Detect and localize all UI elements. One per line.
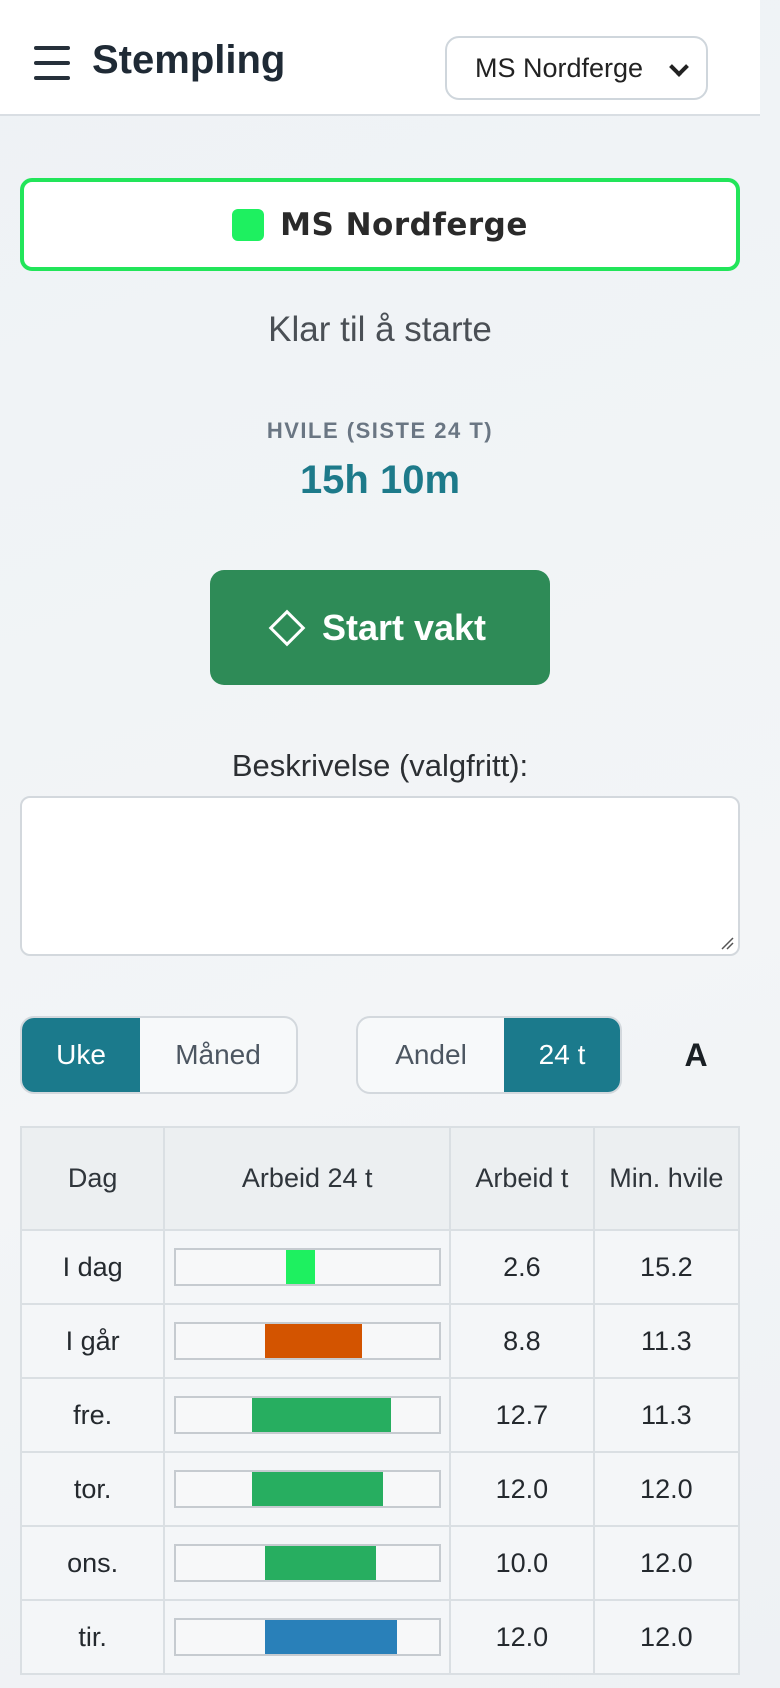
view-share-button[interactable]: Andel xyxy=(358,1018,504,1092)
table-row: I går 8.8 11.3 xyxy=(19,1303,741,1379)
cell-bar xyxy=(163,1451,452,1527)
table-row: fre. 12.7 11.3 xyxy=(19,1377,741,1453)
vessel-select-value: MS Nordferge xyxy=(475,52,644,83)
cell-day: tir. xyxy=(19,1599,166,1675)
status-vessel-name: MS Nordferge xyxy=(280,206,528,243)
cell-hours: 2.6 xyxy=(449,1229,595,1305)
cell-bar xyxy=(163,1599,452,1675)
work-bar-track xyxy=(173,1322,441,1360)
font-size-button[interactable]: A xyxy=(666,1030,726,1080)
cell-rest: 15.2 xyxy=(592,1229,741,1305)
cell-rest: 11.3 xyxy=(592,1303,741,1379)
col-rest-header: Min. hvile xyxy=(592,1126,741,1231)
cell-day: ons. xyxy=(19,1525,166,1601)
period-week-button[interactable]: Uke xyxy=(22,1018,140,1092)
cell-day: tor. xyxy=(19,1451,166,1527)
cell-hours: 12.7 xyxy=(449,1377,595,1453)
table-header-row: Dag Arbeid 24 t Arbeid t Min. hvile xyxy=(19,1126,741,1231)
work-rest-table: Dag Arbeid 24 t Arbeid t Min. hvile I da… xyxy=(19,1126,741,1675)
status-indicator-icon xyxy=(232,208,265,241)
cell-bar xyxy=(163,1525,452,1601)
vessel-select[interactable]: MS Nordferge xyxy=(445,36,708,100)
work-bar-fill xyxy=(265,1324,363,1358)
start-shift-button[interactable]: Start vakt xyxy=(210,570,550,685)
app-title: Stempling xyxy=(92,38,286,82)
cell-day: I dag xyxy=(19,1229,166,1305)
work-bar-track xyxy=(173,1618,441,1656)
cell-hours: 10.0 xyxy=(449,1525,595,1601)
col-bar-header: Arbeid 24 t xyxy=(163,1126,452,1231)
vessel-status-card: MS Nordferge xyxy=(20,178,740,271)
cell-hours: 12.0 xyxy=(449,1451,595,1527)
menu-icon[interactable] xyxy=(34,46,70,80)
view-toggle: Andel 24 t xyxy=(356,1016,622,1094)
work-bar-fill xyxy=(251,1398,392,1432)
cell-rest: 11.3 xyxy=(592,1377,741,1453)
period-toggle: Uke Måned xyxy=(20,1016,298,1094)
work-bar-fill xyxy=(265,1620,397,1654)
cell-rest: 12.0 xyxy=(592,1525,741,1601)
cell-day: I går xyxy=(19,1303,166,1379)
cell-bar xyxy=(163,1229,452,1305)
cell-hours: 12.0 xyxy=(449,1599,595,1675)
work-bar-fill xyxy=(251,1472,384,1506)
cell-rest: 12.0 xyxy=(592,1451,741,1527)
cell-rest: 12.0 xyxy=(592,1599,741,1675)
work-bar-track xyxy=(173,1396,441,1434)
resize-grip-icon[interactable] xyxy=(720,936,734,950)
table-row: I dag 2.6 15.2 xyxy=(19,1229,741,1305)
top-bar: Stempling MS Nordferge xyxy=(0,0,760,116)
cell-bar xyxy=(163,1303,452,1379)
work-bar-fill xyxy=(265,1546,376,1580)
chevron-down-icon xyxy=(669,57,689,77)
rest-value: 15h 10m xyxy=(299,458,461,502)
rest-label: HVILE (SISTE 24 T) xyxy=(266,418,494,443)
work-bar-fill xyxy=(286,1250,316,1284)
table-row: ons. 10.0 12.0 xyxy=(19,1525,741,1601)
col-day-header: Dag xyxy=(19,1126,166,1231)
work-bar-track xyxy=(173,1248,441,1286)
description-label: Beskrivelse (valgfritt): xyxy=(231,748,529,783)
work-bar-track xyxy=(173,1470,441,1508)
work-bar-track xyxy=(173,1544,441,1582)
cell-bar xyxy=(163,1377,452,1453)
view-24h-button[interactable]: 24 t xyxy=(504,1018,620,1092)
shift-state-text: Klar til å starte xyxy=(268,310,492,349)
diamond-icon xyxy=(268,609,306,646)
period-month-button[interactable]: Måned xyxy=(140,1018,296,1092)
description-input[interactable] xyxy=(20,796,740,956)
cell-hours: 8.8 xyxy=(449,1303,595,1379)
table-row: tir. 12.0 12.0 xyxy=(19,1599,741,1675)
start-shift-label: Start vakt xyxy=(321,606,487,648)
cell-day: fre. xyxy=(19,1377,166,1453)
table-row: tor. 12.0 12.0 xyxy=(19,1451,741,1527)
col-hours-header: Arbeid t xyxy=(449,1126,595,1231)
